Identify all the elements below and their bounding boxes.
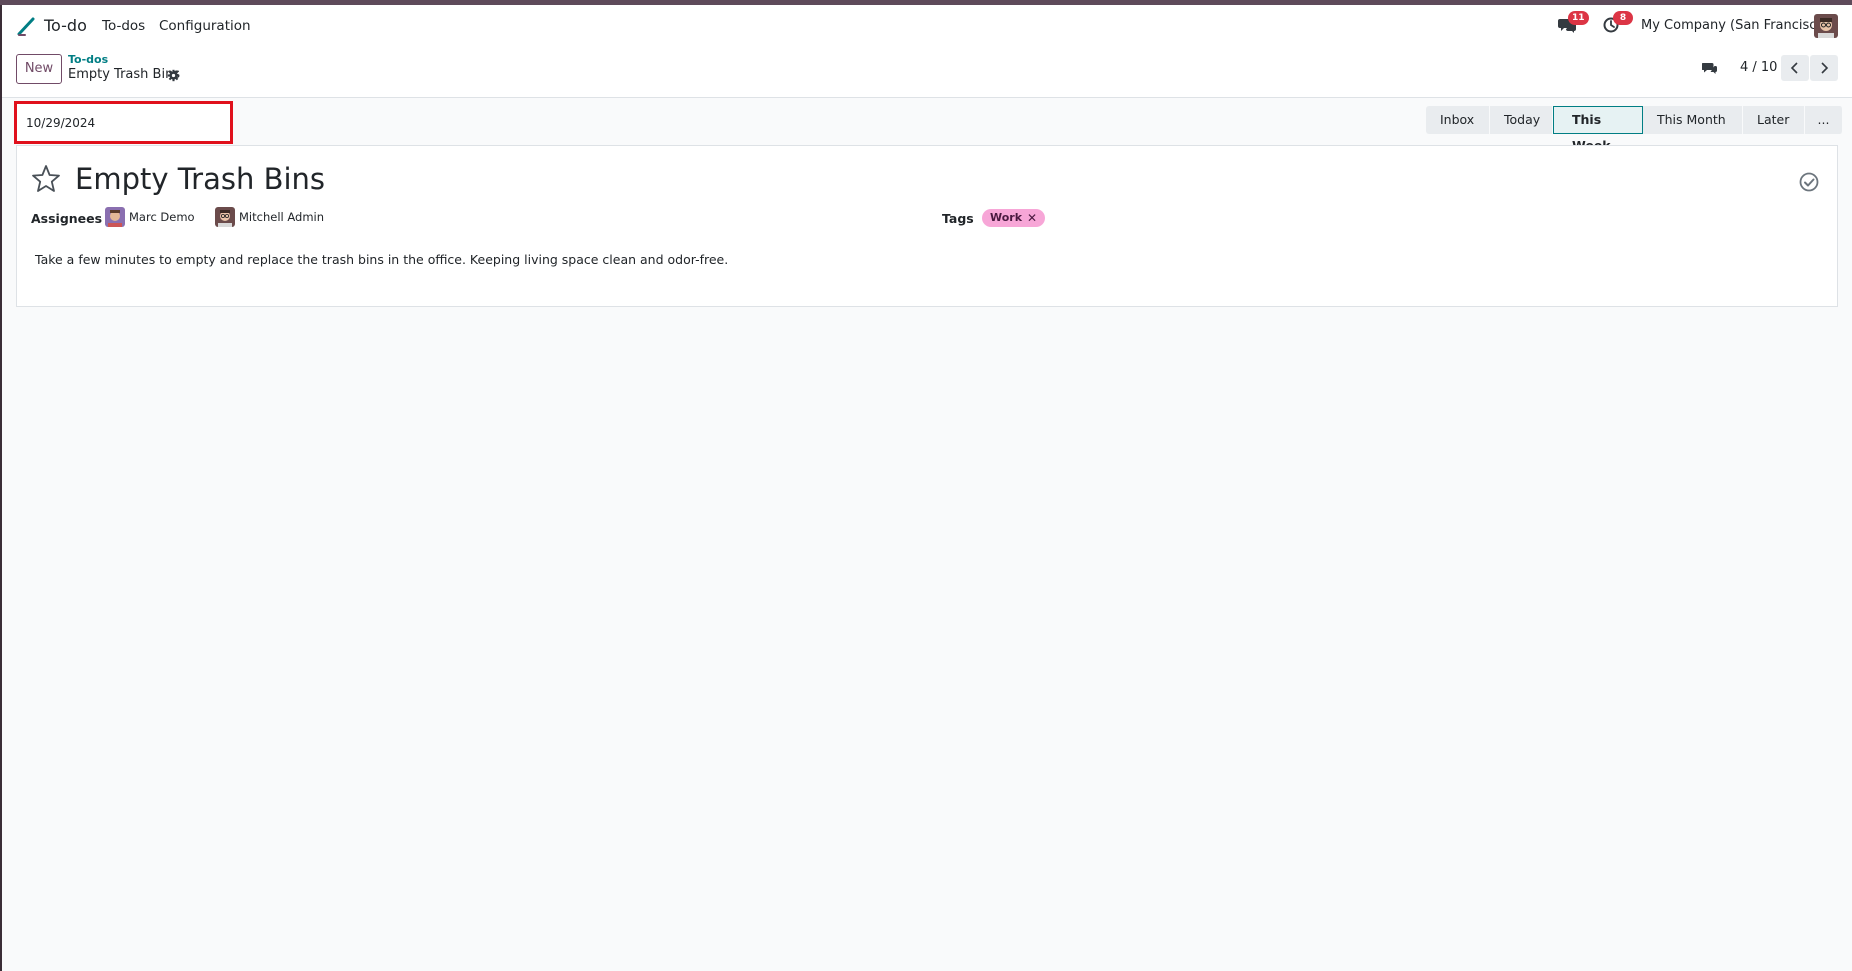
user-avatar-icon: [105, 207, 125, 227]
tags-label: Tags: [942, 211, 974, 226]
date-field-highlighted[interactable]: [14, 101, 233, 144]
avatar-icon: [1814, 14, 1838, 38]
activities-count-badge: 8: [1613, 11, 1633, 25]
window-edge: [0, 5, 2, 971]
menu-configuration[interactable]: Configuration: [159, 18, 251, 34]
mark-done-icon[interactable]: [1799, 172, 1819, 192]
control-panel: New To-dos Empty Trash Bins 4 / 10: [2, 46, 1852, 98]
stage-more[interactable]: ...: [1805, 106, 1843, 134]
user-avatar-icon: [215, 207, 235, 227]
form-statusbar: Inbox Today This Week This Month Later .…: [2, 98, 1852, 153]
breadcrumb-parent[interactable]: To-dos: [68, 53, 108, 66]
gear-icon[interactable]: [167, 69, 180, 82]
description[interactable]: Take a few minutes to empty and replace …: [35, 252, 728, 267]
avatar: [215, 207, 235, 227]
top-navbar: To-do To-dos Configuration 11 8 My Compa…: [2, 5, 1852, 46]
tag-label: Work: [990, 211, 1023, 224]
stage-inbox[interactable]: Inbox: [1426, 106, 1490, 134]
new-button[interactable]: New: [16, 54, 62, 84]
messages-systray[interactable]: 11: [1558, 11, 1589, 35]
assignee-name: Marc Demo: [129, 210, 195, 224]
assignees-label: Assignees: [31, 211, 103, 226]
breadcrumb-current: Empty Trash Bins: [68, 67, 181, 82]
avatar: [105, 207, 125, 227]
menu-todos[interactable]: To-dos: [102, 18, 145, 34]
pager-next-button[interactable]: [1810, 55, 1838, 81]
chevron-right-icon: [1821, 62, 1829, 74]
pager-previous-button[interactable]: [1781, 55, 1809, 81]
chevron-left-icon: [1790, 62, 1798, 74]
stage-this-month[interactable]: This Month: [1643, 106, 1743, 134]
stage-later[interactable]: Later: [1743, 106, 1805, 134]
form-sheet: Empty Trash Bins Assignees Marc Demo Mit…: [16, 145, 1838, 307]
user-avatar[interactable]: [1814, 14, 1838, 38]
stage-this-week[interactable]: This Week: [1553, 106, 1643, 153]
assignee-tag[interactable]: Marc Demo: [105, 207, 195, 227]
assignee-name: Mitchell Admin: [239, 210, 325, 224]
date-input[interactable]: [17, 104, 230, 141]
company-switcher[interactable]: My Company (San Francisco): [1641, 18, 1829, 33]
star-icon[interactable]: [31, 164, 61, 194]
close-icon[interactable]: ✕: [1027, 209, 1037, 227]
stage-today[interactable]: Today: [1490, 106, 1553, 134]
chatter-icon[interactable]: [1702, 60, 1718, 76]
todo-app-icon[interactable]: [16, 15, 38, 37]
app-name[interactable]: To-do: [44, 16, 87, 35]
stage-selector: Inbox Today This Week This Month Later .…: [1426, 106, 1843, 153]
assignee-tag[interactable]: Mitchell Admin: [215, 207, 324, 227]
tag-work[interactable]: Work ✕: [982, 209, 1046, 227]
pager-value[interactable]: 4 / 10: [1740, 60, 1777, 75]
record-title[interactable]: Empty Trash Bins: [75, 162, 325, 196]
messages-count-badge: 11: [1568, 11, 1589, 25]
activities-systray[interactable]: 8: [1603, 11, 1633, 35]
